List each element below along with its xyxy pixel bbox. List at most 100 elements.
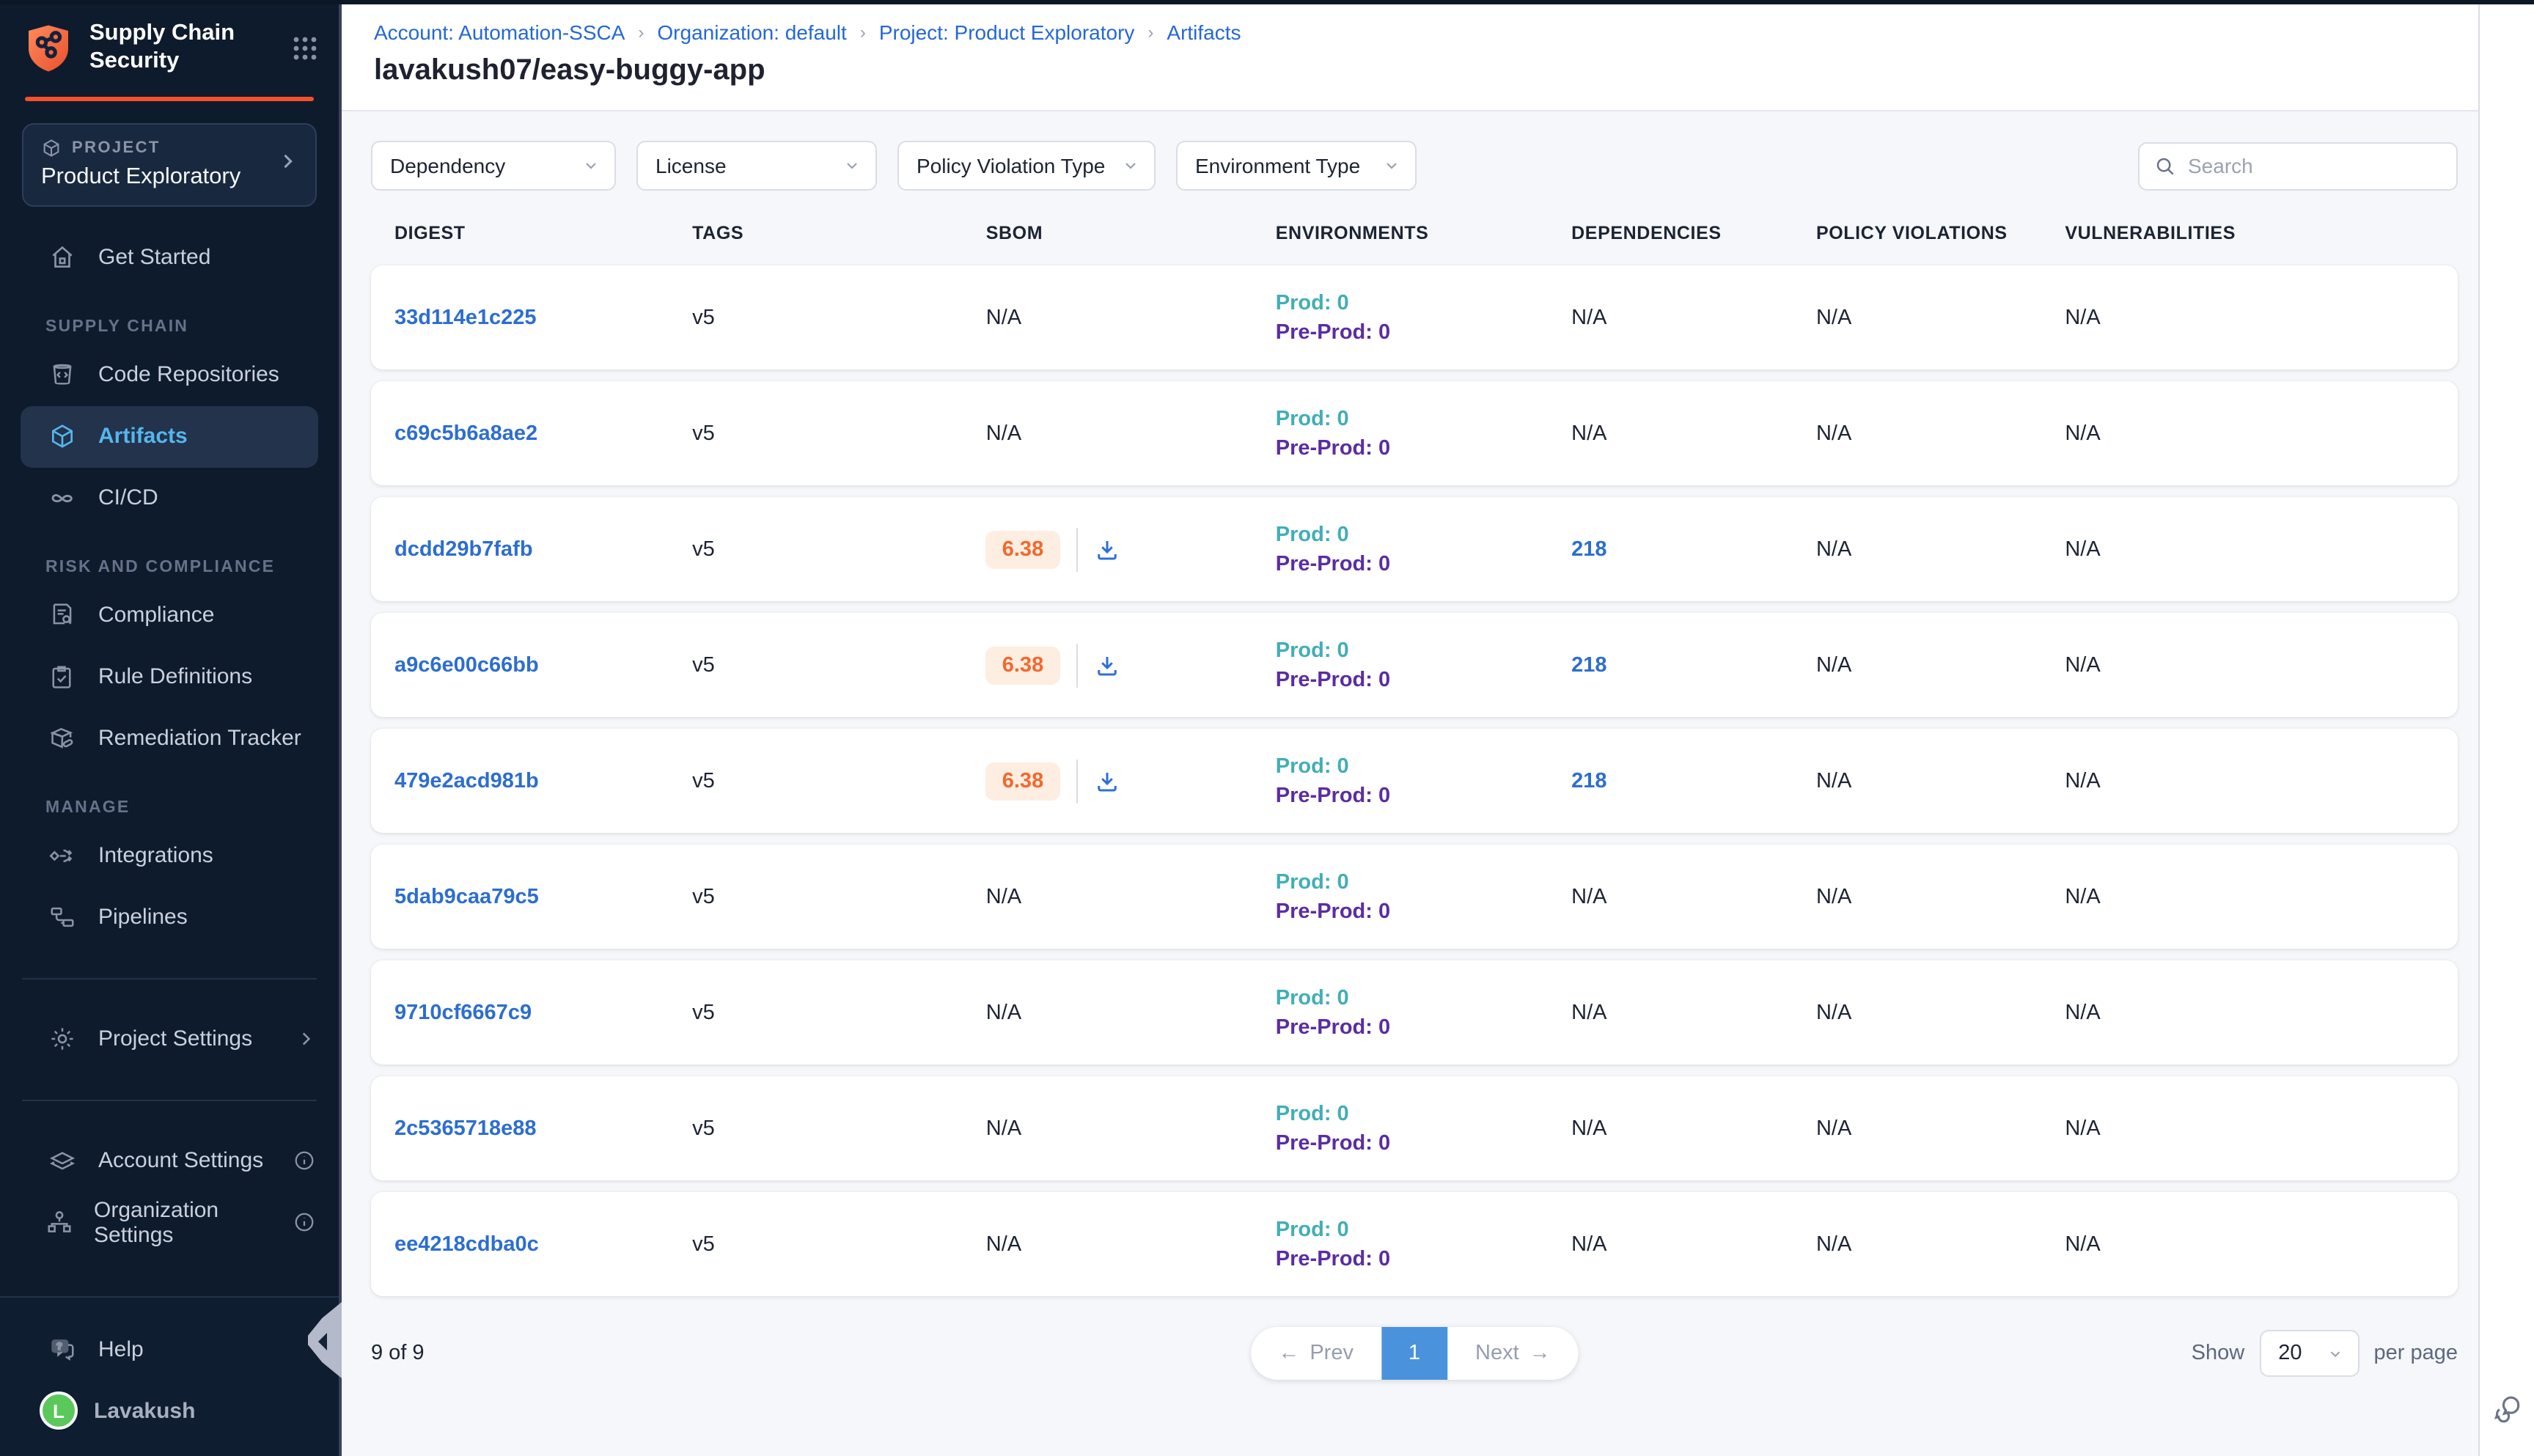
policy-violation-type-filter-dropdown[interactable]: Policy Violation Type bbox=[897, 141, 1156, 191]
integrations-icon bbox=[45, 842, 78, 870]
sidebar-item-integrations[interactable]: Integrations bbox=[0, 826, 339, 887]
chat-feedback-icon[interactable] bbox=[2491, 1391, 2523, 1424]
tag-value: v5 bbox=[692, 1117, 715, 1140]
next-page-button[interactable]: Next → bbox=[1447, 1327, 1579, 1380]
digest-link[interactable]: 33d114e1c225 bbox=[394, 306, 537, 329]
chevron-down-icon bbox=[2327, 1345, 2343, 1361]
sidebar-item-code-repositories[interactable]: Code Repositories bbox=[0, 345, 339, 406]
dependencies-count[interactable]: 218 bbox=[1571, 769, 1606, 793]
sidebar-item-project-settings[interactable]: Project Settings bbox=[0, 1009, 339, 1070]
arrow-right-icon: → bbox=[1529, 1342, 1551, 1365]
page-title: lavakush07/easy-buggy-app bbox=[374, 54, 2478, 88]
dependency-filter-dropdown[interactable]: Dependency bbox=[371, 141, 616, 191]
dependencies-count[interactable]: 218 bbox=[1571, 537, 1606, 561]
column-header-dependencies: DEPENDENCIES bbox=[1571, 223, 1816, 243]
digest-link[interactable]: a9c6e00c66bb bbox=[394, 653, 539, 677]
env-prod-count: Prod: 0 bbox=[1276, 870, 1571, 894]
digest-link[interactable]: 2c5365718e88 bbox=[394, 1117, 537, 1140]
sbom-value: N/A bbox=[986, 306, 1021, 329]
breadcrumb-project[interactable]: Project: Product Exploratory bbox=[879, 21, 1135, 44]
download-sbom-icon[interactable] bbox=[1093, 536, 1120, 562]
section-supply-chain: SUPPLY CHAIN bbox=[0, 318, 339, 336]
env-preprod-count: Pre-Prod: 0 bbox=[1276, 1247, 1571, 1271]
policy-violations-value: N/A bbox=[1816, 1232, 1851, 1256]
breadcrumb-organization[interactable]: Organization: default bbox=[657, 21, 846, 44]
sidebar-item-cicd[interactable]: CI/CD bbox=[0, 468, 339, 529]
env-prod-count: Prod: 0 bbox=[1276, 639, 1571, 662]
digest-link[interactable]: 9710cf6667c9 bbox=[394, 1001, 532, 1024]
section-risk-compliance: RISK AND COMPLIANCE bbox=[0, 559, 339, 576]
right-gutter bbox=[2478, 0, 2534, 1456]
info-icon[interactable] bbox=[293, 1150, 315, 1172]
vulnerabilities-value: N/A bbox=[2065, 537, 2100, 561]
table-row: 33d114e1c225 v5 N/A Prod: 0 Pre-Prod: 0 … bbox=[371, 265, 2458, 369]
table-row: 5dab9caa79c5 v5 N/A Prod: 0 Pre-Prod: 0 … bbox=[371, 845, 2458, 949]
supply-chain-shield-logo-icon bbox=[22, 22, 75, 75]
download-sbom-icon[interactable] bbox=[1093, 652, 1120, 678]
digest-link[interactable]: dcdd29b7fafb bbox=[394, 537, 533, 561]
section-manage: MANAGE bbox=[0, 799, 339, 817]
search-icon bbox=[2154, 155, 2176, 177]
result-count: 9 of 9 bbox=[371, 1342, 425, 1365]
dependencies-count[interactable]: 218 bbox=[1571, 653, 1606, 677]
code-repo-icon bbox=[45, 361, 78, 389]
content-area: Dependency License Policy Violation Type bbox=[342, 111, 2478, 1456]
breadcrumb-account[interactable]: Account: Automation-SSCA bbox=[374, 21, 625, 44]
sidebar-item-artifacts[interactable]: Artifacts bbox=[21, 406, 318, 468]
sidebar-item-get-started[interactable]: Get Started bbox=[0, 227, 339, 289]
breadcrumb-artifacts[interactable]: Artifacts bbox=[1167, 21, 1241, 44]
env-preprod-count: Pre-Prod: 0 bbox=[1276, 320, 1571, 344]
breadcrumb: Account: Automation-SSCA › Organization:… bbox=[374, 21, 2478, 44]
page-1-button[interactable]: 1 bbox=[1381, 1327, 1447, 1380]
env-prod-count: Prod: 0 bbox=[1276, 754, 1571, 778]
download-sbom-icon[interactable] bbox=[1093, 768, 1120, 794]
user-menu[interactable]: L Lavakush bbox=[0, 1380, 339, 1441]
sidebar-item-account-settings[interactable]: Account Settings bbox=[0, 1130, 339, 1192]
env-prod-count: Prod: 0 bbox=[1276, 407, 1571, 430]
sidebar-item-pipelines[interactable]: Pipelines bbox=[0, 887, 339, 949]
vulnerabilities-value: N/A bbox=[2065, 1001, 2100, 1024]
logo-row: Supply ChainSecurity bbox=[0, 0, 339, 94]
license-filter-dropdown[interactable]: License bbox=[636, 141, 877, 191]
sidebar-item-rule-definitions[interactable]: Rule Definitions bbox=[0, 647, 339, 708]
search-input[interactable] bbox=[2188, 154, 2453, 177]
env-prod-count: Prod: 0 bbox=[1276, 291, 1571, 315]
tag-value: v5 bbox=[692, 653, 715, 677]
module-grid-icon[interactable] bbox=[292, 35, 318, 62]
digest-link[interactable]: 5dab9caa79c5 bbox=[394, 885, 539, 908]
env-preprod-count: Pre-Prod: 0 bbox=[1276, 900, 1571, 923]
env-preprod-count: Pre-Prod: 0 bbox=[1276, 1131, 1571, 1155]
env-prod-count: Prod: 0 bbox=[1276, 523, 1571, 546]
sidebar-item-compliance[interactable]: Compliance bbox=[0, 585, 339, 647]
main-area: Account: Automation-SSCA › Organization:… bbox=[342, 0, 2534, 1456]
tag-value: v5 bbox=[692, 537, 715, 561]
sbom-value: N/A bbox=[986, 885, 1021, 908]
column-header-digest: DIGEST bbox=[394, 223, 692, 243]
digest-link[interactable]: ee4218cdba0c bbox=[394, 1232, 539, 1256]
digest-link[interactable]: c69c5b6a8ae2 bbox=[394, 422, 537, 445]
env-prod-count: Prod: 0 bbox=[1276, 1218, 1571, 1241]
environment-type-filter-dropdown[interactable]: Environment Type bbox=[1176, 141, 1417, 191]
sidebar-item-help[interactable]: ? Help bbox=[0, 1318, 339, 1380]
column-header-sbom: SBOM bbox=[986, 223, 1276, 243]
vulnerabilities-value: N/A bbox=[2065, 422, 2100, 445]
table-row: ee4218cdba0c v5 N/A Prod: 0 Pre-Prod: 0 … bbox=[371, 1192, 2458, 1296]
info-icon[interactable] bbox=[293, 1212, 315, 1234]
chevron-down-icon bbox=[1383, 157, 1400, 174]
digest-link[interactable]: 479e2acd981b bbox=[394, 769, 539, 793]
divider bbox=[1076, 759, 1077, 803]
sidebar-item-organization-settings[interactable]: Organization Settings bbox=[0, 1192, 339, 1254]
divider bbox=[22, 1100, 317, 1101]
column-header-environments: ENVIRONMENTS bbox=[1276, 223, 1571, 243]
sidebar-nav: Get Started SUPPLY CHAIN Code Repositori… bbox=[0, 207, 339, 1296]
sidebar-item-remediation-tracker[interactable]: Remediation Tracker bbox=[0, 708, 339, 770]
table-row: 2c5365718e88 v5 N/A Prod: 0 Pre-Prod: 0 … bbox=[371, 1076, 2458, 1180]
dependencies-count: N/A bbox=[1571, 1001, 1606, 1024]
prev-page-button[interactable]: ← Prev bbox=[1250, 1327, 1381, 1380]
sbom-score-badge: 6.38 bbox=[986, 646, 1059, 684]
env-preprod-count: Pre-Prod: 0 bbox=[1276, 668, 1571, 691]
tag-value: v5 bbox=[692, 1001, 715, 1024]
column-header-tags: TAGS bbox=[692, 223, 986, 243]
page-size-select[interactable]: 20 bbox=[2259, 1330, 2359, 1377]
project-selector[interactable]: PROJECT Product Exploratory bbox=[22, 123, 317, 207]
